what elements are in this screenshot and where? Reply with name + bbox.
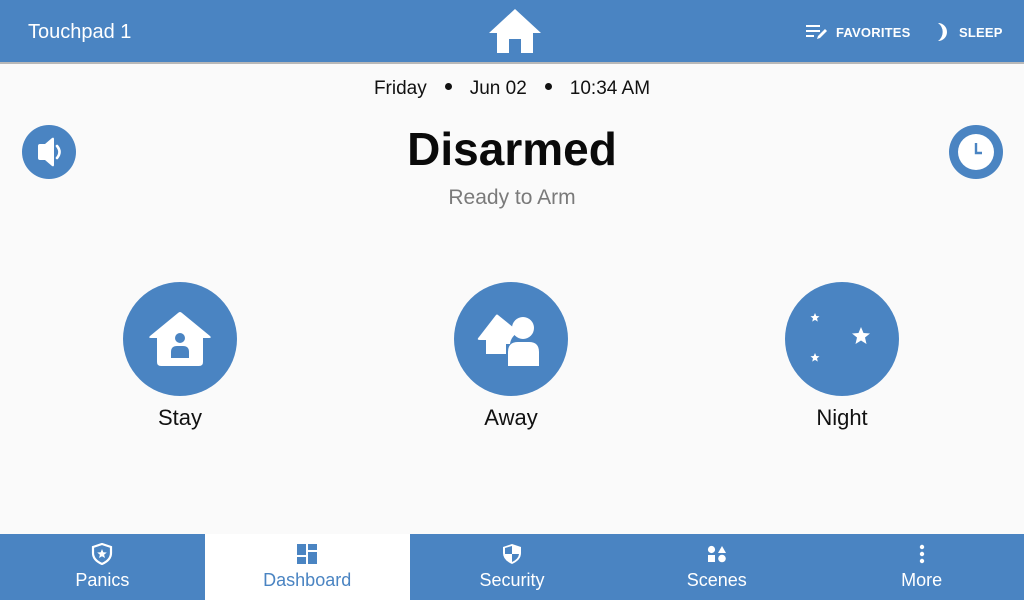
- bottom-navigation: Panics Dashboard Security Scenes More: [0, 534, 1024, 600]
- volume-icon: [38, 137, 61, 167]
- clock-icon: [958, 134, 994, 170]
- arm-away-button[interactable]: Away: [454, 282, 568, 431]
- sleep-label: SLEEP: [959, 24, 1003, 40]
- nav-tab-more[interactable]: More: [819, 534, 1024, 600]
- nav-tab-scenes[interactable]: Scenes: [614, 534, 819, 600]
- more-vertical-icon: [919, 544, 924, 564]
- scenes-shapes-icon: [707, 545, 726, 563]
- date-text: Jun 02: [469, 78, 527, 99]
- day-text: Friday: [373, 78, 427, 99]
- favorites-label: FAVORITES: [836, 24, 911, 40]
- arming-substatus: Ready to Arm: [448, 186, 576, 209]
- device-title: Touchpad 1: [28, 21, 132, 43]
- arm-night-label: Night: [816, 405, 868, 430]
- home-button[interactable]: [487, 6, 543, 56]
- person-leaving-home-icon: [477, 314, 539, 366]
- sleep-button[interactable]: SLEEP: [935, 20, 1003, 44]
- shield-star-icon: [92, 543, 113, 565]
- nav-label-panics: Panics: [75, 570, 130, 590]
- nav-tab-dashboard[interactable]: Dashboard: [204, 534, 410, 600]
- arm-away-circle[interactable]: [454, 282, 568, 396]
- volume-button[interactable]: [22, 125, 76, 179]
- clock-button[interactable]: [949, 125, 1003, 179]
- nav-tab-security[interactable]: Security: [410, 534, 615, 600]
- moon-stars-icon: [810, 313, 870, 365]
- date-time-line: Friday Jun 02 10:34 AM: [0, 78, 1024, 100]
- arm-night-circle[interactable]: [785, 282, 899, 396]
- separator-dot: [444, 83, 452, 91]
- favorites-button[interactable]: FAVORITES: [806, 20, 911, 44]
- arm-away-label: Away: [484, 405, 538, 430]
- time-text: 10:34 AM: [569, 78, 651, 99]
- moon-icon: [938, 23, 947, 41]
- nav-tab-panics[interactable]: Panics: [0, 534, 205, 600]
- top-bar: Touchpad 1 FAVORITES SLEEP: [0, 0, 1024, 64]
- security-shield-icon: [502, 544, 521, 564]
- arming-status: Disarmed: [407, 123, 617, 175]
- home-icon: [489, 9, 541, 53]
- nav-label-more: More: [901, 570, 943, 590]
- arm-stay-circle[interactable]: [123, 282, 237, 396]
- home-person-icon: [149, 312, 211, 366]
- favorites-list-edit-icon: [806, 25, 827, 39]
- dashboard-icon: [297, 544, 318, 564]
- nav-label-dashboard: Dashboard: [263, 570, 352, 590]
- nav-label-scenes: Scenes: [686, 570, 747, 590]
- arm-night-button[interactable]: Night: [785, 282, 899, 431]
- arm-stay-button[interactable]: Stay: [123, 282, 237, 431]
- separator-dot: [544, 83, 552, 91]
- arm-stay-label: Stay: [157, 405, 203, 430]
- nav-label-security: Security: [479, 570, 545, 590]
